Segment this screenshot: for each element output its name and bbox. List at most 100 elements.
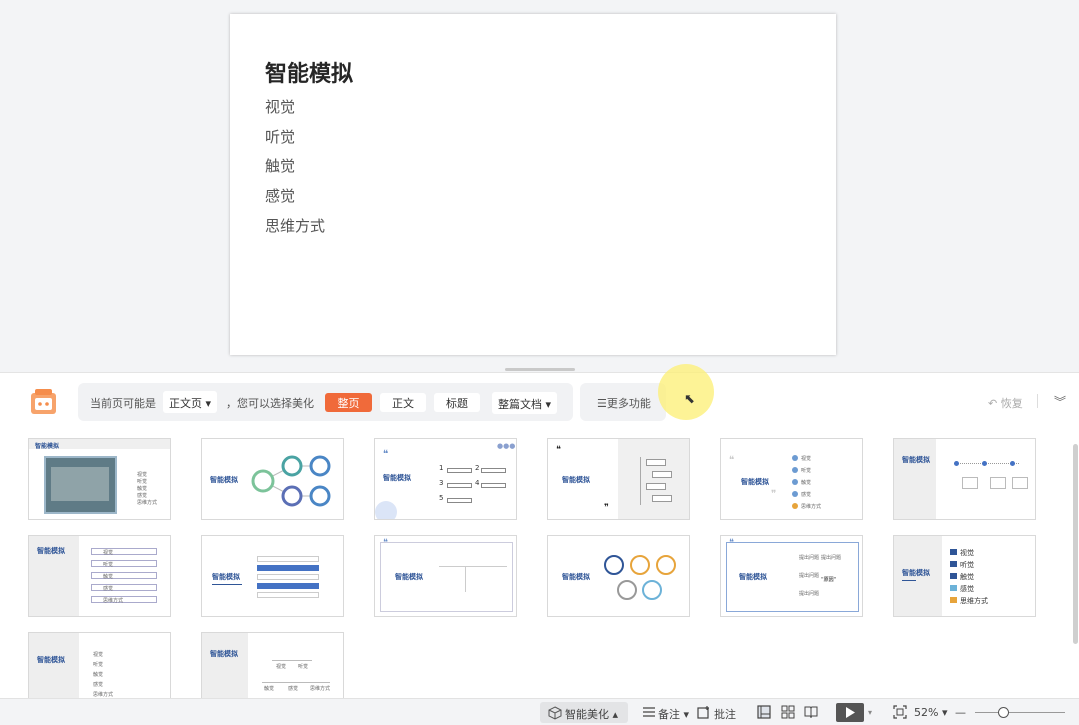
thumb-line: 视觉 [276,664,287,670]
divider [1037,394,1038,408]
template-thumbnail[interactable]: 智能模拟 视觉 听觉 触觉 感觉 思维方式 [893,535,1036,617]
template-thumbnail[interactable]: 智能模拟 [201,535,344,617]
thumb-title: 智能模拟 [741,478,769,486]
slideshow-button[interactable] [836,703,864,722]
beautify-hint: ，您可以选择美化 [226,397,314,410]
thumb-line: 感觉 [103,586,114,592]
thumb-line: 思维方式 [137,500,158,506]
template-thumbnail[interactable]: 智能模拟 视觉 听觉 触觉 感觉 思维方式 [28,438,171,520]
slide-line[interactable]: 听觉 [265,126,295,147]
thumb-line: 触觉 [960,573,974,581]
thumb-title: 智能模拟 [35,443,60,450]
thumb-title: 智能模拟 [562,476,590,484]
template-thumbnail[interactable]: ❝ 智能模拟 ●●● 1 2 3 4 5 [374,438,517,520]
slide-line[interactable]: 触觉 [265,155,295,176]
thumb-line: 视觉 [93,652,104,658]
zoom-out-button[interactable]: — [955,706,966,719]
notes-button[interactable]: 备注 ▾ [658,706,689,722]
template-thumbnail[interactable]: 智能模拟 [201,438,344,520]
template-thumbnail[interactable]: 智能模拟 视觉 听觉 触觉 感觉 思维方式 [201,632,344,699]
page-type-prefix: 当前页可能是 [90,397,156,410]
template-thumbnail[interactable]: ❝ ❞ 智能模拟 视觉 听觉 触觉 感觉 思维方式 [720,438,863,520]
scope-dropdown[interactable]: 整篇文档 ▾ [492,392,558,414]
template-thumbnail[interactable]: ❝ ❞ 智能模拟 [547,438,690,520]
current-slide[interactable]: 智能模拟 视觉 听觉 触觉 感觉 思维方式 [230,14,836,355]
thumb-number: 2 [475,464,480,472]
zoom-level-dropdown[interactable]: 52% ▾ [914,706,947,719]
thumb-number: 1 [439,464,444,472]
thumb-line: 思维方式 [960,597,988,605]
slide-line[interactable]: 感觉 [265,185,295,206]
thumb-line: 思维方式 [103,598,124,604]
status-bar: 智能美化 ▴ 备注 ▾ 批注 ▾ 52% ▾ — [0,698,1079,725]
thumb-line: 感觉 [288,686,299,692]
thumb-number: 4 [475,479,480,487]
thumb-line: 视觉 [103,550,114,556]
thumb-line: 感觉 [801,492,812,498]
grid-view-icon[interactable] [781,705,795,719]
normal-view-icon[interactable] [757,705,771,719]
collapse-panel-button[interactable]: ︾ [1054,393,1066,410]
zoom-slider-track[interactable] [975,712,1065,713]
recommendation-bar: 当前页可能是 正文页 ▾ ，您可以选择美化 整页 正文 标题 整篇文档 ▾ [78,383,573,421]
page-type-dropdown[interactable]: 正文页 ▾ [163,391,218,413]
slide-line[interactable]: 视觉 [265,96,295,117]
zoom-slider-handle[interactable] [998,707,1009,718]
thumb-number: 5 [439,494,444,502]
thumb-title: 智能模拟 [902,456,930,464]
thumb-line: 提出问题 [821,555,842,561]
thumb-title: 智能模拟 [395,573,423,581]
tab-title[interactable]: 标题 [434,393,480,412]
thumb-title: 智能模拟 [562,573,590,581]
restore-button[interactable]: ↶ 恢复 [988,395,1023,411]
thumb-line: 思维方式 [801,504,822,510]
cube-icon [548,706,562,720]
tab-body[interactable]: 正文 [380,393,426,412]
template-thumbnail[interactable]: 智能模拟 视觉 听觉 触觉 感觉 思维方式 [28,535,171,617]
beautify-panel: 当前页可能是 正文页 ▾ ，您可以选择美化 整页 正文 标题 整篇文档 ▾ ☰更… [0,372,1079,699]
fit-window-icon[interactable] [893,705,907,719]
thumb-line: 触觉 [264,686,275,692]
thumb-line: 听觉 [93,662,104,668]
thumb-line: 视觉 [960,549,974,557]
slideshow-dropdown-icon[interactable]: ▾ [868,708,872,717]
thumb-line: 听觉 [137,479,148,485]
template-thumbnail[interactable]: 智能模拟 [893,438,1036,520]
template-thumbnail[interactable]: 智能模拟 [547,535,690,617]
thumb-line: 触觉 [801,480,812,486]
play-icon [846,707,855,718]
smart-beautify-button[interactable]: 智能美化 ▴ [540,702,628,723]
comments-button[interactable]: 批注 [714,706,736,722]
thumb-line: 触觉 [137,486,148,492]
thumbnail-scrollbar[interactable] [1073,444,1078,644]
thumb-line: 提出问题 [799,573,820,579]
app-window: 智能模拟 视觉 听觉 触觉 感觉 思维方式 当前页可能是 正文页 ▾ ，您可以选… [0,0,1079,725]
thumb-line: 听觉 [960,561,974,569]
thumb-line: 听觉 [801,468,812,474]
slide-editing-area: 智能模拟 视觉 听觉 触觉 感觉 思维方式 [0,0,1079,372]
thumb-line: 听觉 [298,664,309,670]
thumb-title: 智能模拟 [212,573,240,581]
more-features-button[interactable]: ☰更多功能 [580,383,666,421]
slide-title[interactable]: 智能模拟 [265,56,353,88]
slide-line[interactable]: 思维方式 [265,215,325,236]
tab-whole-page[interactable]: 整页 [325,393,372,412]
template-thumbnail[interactable]: 智能模拟 视觉 听觉 触觉 感觉 思维方式 [28,632,171,699]
template-thumbnail[interactable]: ❝ 智能模拟 提出问题 提出问题 提出问题 "原因" 提出问题 [720,535,863,617]
beautify-logo-icon [31,389,56,414]
reading-view-icon[interactable] [804,705,818,719]
thumb-title: 智能模拟 [902,569,930,577]
panel-resize-handle[interactable] [505,368,575,371]
template-thumbnail[interactable]: ❝ 智能模拟 [374,535,517,617]
notes-icon [643,707,655,717]
thumb-title: 智能模拟 [383,474,411,482]
mouse-pointer-icon: ⬉ [684,392,695,407]
thumb-line: 视觉 [137,472,148,478]
thumb-title: 智能模拟 [210,650,238,658]
thumb-line: 感觉 [137,493,148,499]
thumb-title: 智能模拟 [739,573,767,581]
thumb-title: 智能模拟 [37,547,65,555]
thumb-line: 视觉 [801,456,812,462]
thumb-line: 感觉 [93,682,104,688]
circle-diagram [604,555,676,600]
